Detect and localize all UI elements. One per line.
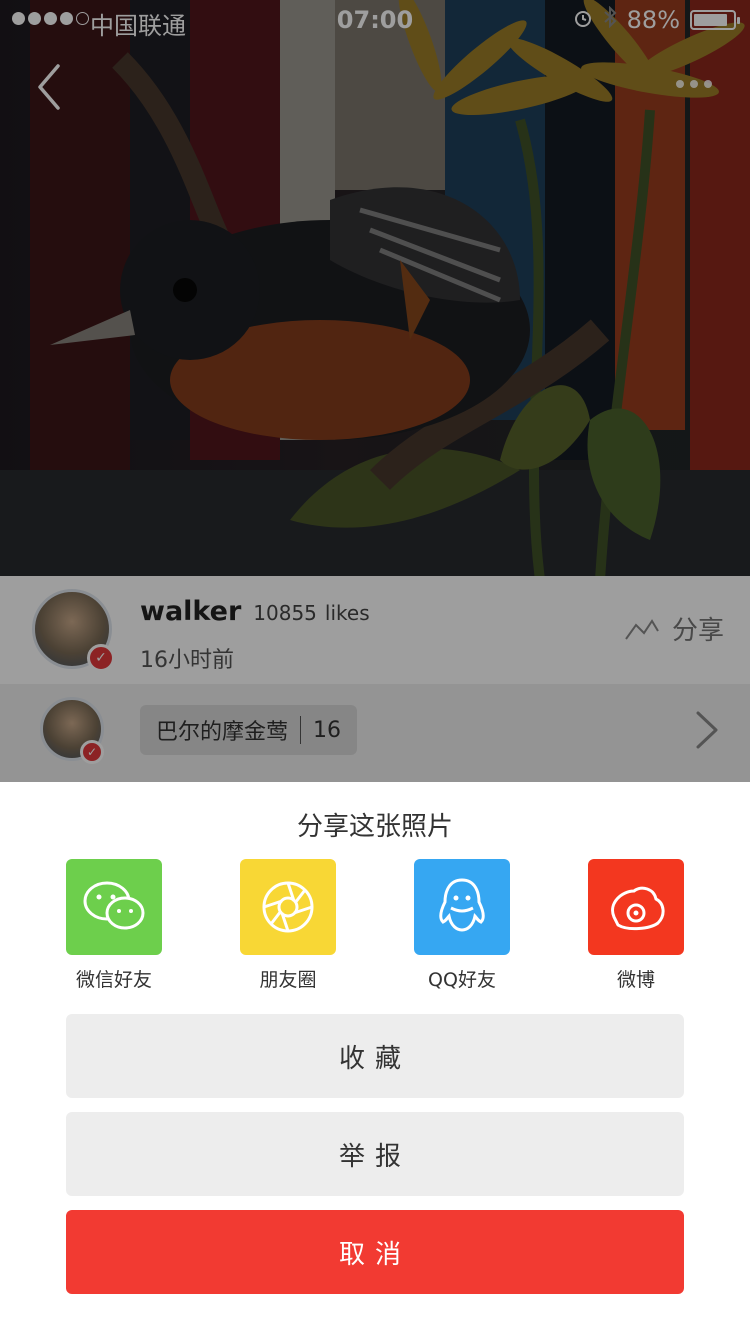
- report-button[interactable]: 举报: [66, 1112, 684, 1196]
- share-tile-wechat: [66, 859, 162, 955]
- weibo-icon: [611, 886, 665, 931]
- share-moments-label: 朋友圈: [259, 969, 317, 991]
- favorite-button[interactable]: 收藏: [66, 1014, 684, 1098]
- wechat-icon: [83, 881, 145, 930]
- share-sheet-title: 分享这张照片: [296, 812, 453, 842]
- share-moments-button[interactable]: 朋友圈: [218, 859, 358, 992]
- share-tile-weibo: [588, 859, 684, 955]
- modal-backdrop[interactable]: [0, 0, 750, 782]
- share-tile-moments: [240, 859, 336, 955]
- screen: 中国联通 07:00 88% ✓ walker 10855 likes 16小时前: [0, 0, 750, 1334]
- moments-icon: [262, 881, 314, 933]
- share-wechat-label: 微信好友: [75, 969, 152, 991]
- share-weibo-label: 微博: [616, 969, 655, 991]
- share-weibo-button[interactable]: 微博: [566, 859, 706, 992]
- share-qq-label: QQ好友: [428, 969, 496, 991]
- share-sheet: 分享这张照片 微信好友 朋友圈 QQ好友 微博 收藏 举报 取消: [0, 782, 750, 1334]
- share-wechat-button[interactable]: 微信好友: [44, 859, 184, 992]
- share-qq-button[interactable]: QQ好友: [392, 859, 532, 992]
- qq-icon: [439, 878, 485, 932]
- cancel-button[interactable]: 取消: [66, 1210, 684, 1294]
- share-tile-qq: [414, 859, 510, 955]
